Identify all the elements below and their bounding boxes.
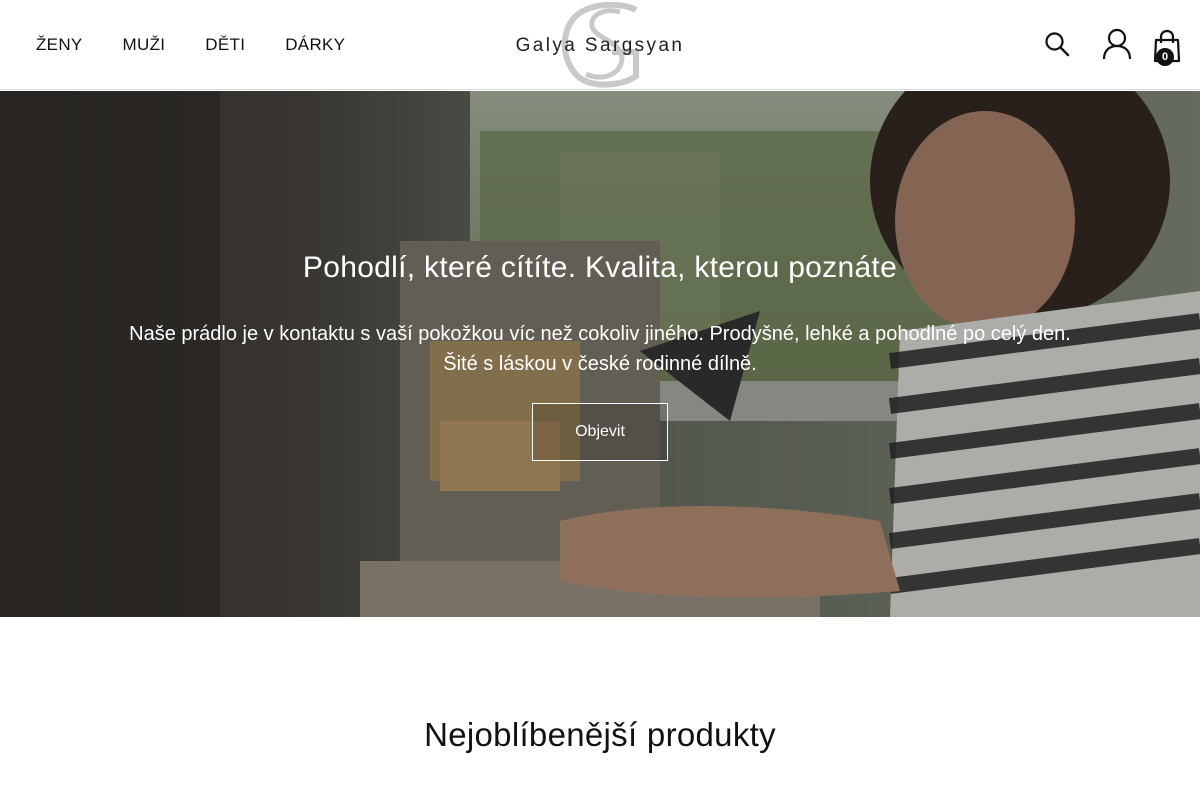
main-nav: ŽENY MUŽI DĚTI DÁRKY — [36, 0, 385, 90]
nav-item-darky[interactable]: DÁRKY — [285, 35, 345, 55]
search-icon[interactable] — [1044, 31, 1070, 57]
hero-banner: Pohodlí, které cítíte. Kvalita, kterou p… — [0, 91, 1200, 617]
discover-button[interactable]: Objevit — [532, 403, 668, 461]
hero-text: Naše prádlo je v kontaktu s vaší pokožko… — [129, 323, 1071, 375]
nav-item-deti[interactable]: DĚTI — [205, 35, 245, 55]
user-icon[interactable] — [1102, 28, 1132, 60]
popular-products-title: Nejoblíbenější produkty — [424, 716, 776, 753]
nav-item-zeny[interactable]: ŽENY — [36, 35, 83, 55]
cart-count-badge: 0 — [1156, 48, 1174, 66]
nav-item-muzi[interactable]: MUŽI — [123, 35, 166, 55]
hero-title: Pohodlí, které cítíte. Kvalita, kterou p… — [302, 251, 898, 284]
brand-name: Galya Sargsyan — [515, 35, 685, 56]
site-header: ŽENY MUŽI DĚTI DÁRKY Galya Sargsyan 0 — [0, 0, 1200, 90]
brand-logo[interactable]: Galya Sargsyan — [510, 2, 690, 88]
